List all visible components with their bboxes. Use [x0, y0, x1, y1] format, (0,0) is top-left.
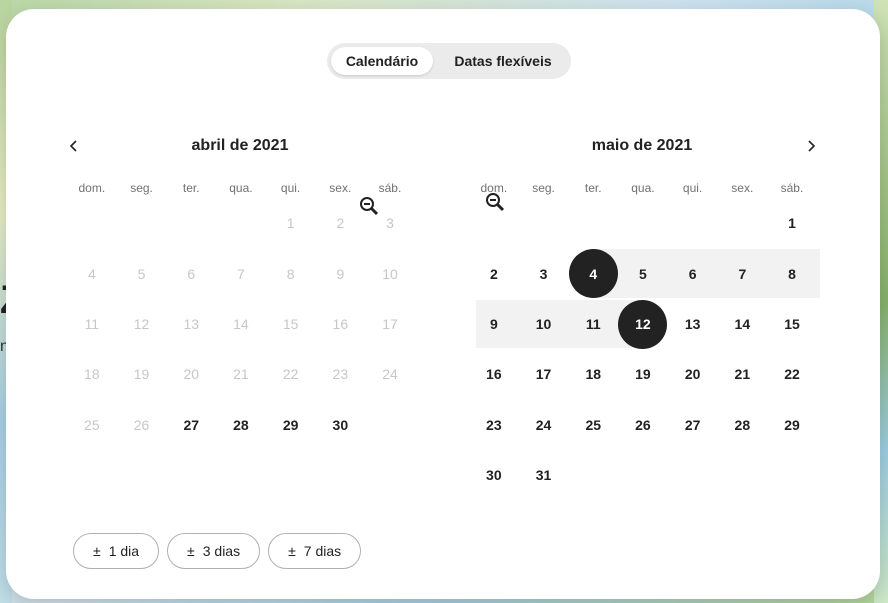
calendar-day[interactable]: 28: [718, 400, 768, 450]
calendar-day[interactable]: 16: [469, 349, 519, 399]
plus-minus-icon: ±: [187, 543, 195, 559]
calendar-day: 17: [382, 315, 398, 332]
month-title-may: maio de 2021: [591, 137, 693, 154]
calendar-day[interactable]: 29: [767, 400, 817, 450]
calendar-day[interactable]: 25: [568, 400, 618, 450]
calendar-day[interactable]: 20: [668, 349, 718, 399]
calendar-day[interactable]: 27: [668, 400, 718, 450]
calendar-day: 11: [84, 315, 100, 332]
chip-plus-minus-3-days[interactable]: ± 3 dias: [167, 533, 261, 569]
calendar-day[interactable]: 22: [767, 349, 817, 399]
tab-datas-flexiveis[interactable]: Datas flexíveis: [439, 47, 567, 75]
calendar-day[interactable]: 9: [469, 299, 519, 349]
weekday-label: seg.: [130, 181, 153, 195]
calendar-day: 7: [237, 265, 245, 282]
tab-calendario[interactable]: Calendário: [331, 47, 433, 75]
chip-plus-minus-7-days[interactable]: ± 7 dias: [268, 533, 362, 569]
calendar-day: 23: [332, 366, 349, 383]
month-title-april: abril de 2021: [191, 137, 289, 154]
weekday-label: qua.: [229, 181, 253, 195]
calendar-day: 25: [84, 416, 100, 433]
chip-label: 7 dias: [303, 543, 342, 559]
calendar-day[interactable]: 7: [718, 248, 768, 298]
calendar-day: 2: [336, 215, 345, 232]
chip-label: 3 dias: [202, 543, 241, 559]
calendar-day[interactable]: 5: [618, 248, 668, 298]
calendar-day: 4: [87, 265, 96, 282]
date-picker-dialog: Calendário Datas flexíveis abril de 2021…: [6, 9, 880, 599]
calendar-day[interactable]: 3: [519, 248, 569, 298]
calendar-day[interactable]: 30: [469, 450, 519, 500]
calendar-day[interactable]: 29: [266, 400, 316, 450]
weekday-label: sex.: [329, 181, 352, 195]
calendar-day: 10: [382, 265, 398, 282]
weekday-label: sáb.: [378, 181, 402, 195]
calendar-day[interactable]: 17: [519, 349, 569, 399]
weekday-label: sex.: [731, 181, 754, 195]
calendar-day: 12: [133, 315, 150, 332]
calendar-day: 22: [282, 366, 299, 383]
calendar-day: 6: [187, 265, 196, 282]
calendar-day[interactable]: 1: [767, 198, 817, 248]
calendar-mode-toggle: Calendário Datas flexíveis: [327, 43, 571, 79]
calendar-day: 8: [286, 265, 295, 282]
chip-label: 1 dia: [108, 543, 140, 559]
calendar-day: 19: [133, 366, 150, 383]
calendar-day[interactable]: 2: [469, 248, 519, 298]
weekday-label: ter.: [182, 181, 200, 195]
calendar-day: 16: [332, 315, 349, 332]
weekday-label: sáb.: [780, 181, 804, 195]
weekday-label: qui.: [280, 181, 301, 195]
calendar-day: 1: [286, 215, 295, 232]
calendar-day[interactable]: 8: [767, 248, 817, 298]
plus-minus-icon: ±: [288, 543, 296, 559]
calendar-day: 21: [233, 366, 249, 383]
calendar-day: 5: [137, 265, 146, 282]
calendar-day: 20: [183, 366, 200, 383]
zoom-out-cursor-icon: [360, 197, 379, 216]
calendar-day[interactable]: 21: [718, 349, 768, 399]
calendar-day[interactable]: 27: [166, 400, 216, 450]
weekday-label: ter.: [584, 181, 602, 195]
calendar-day[interactable]: 15: [767, 299, 817, 349]
calendar-day: 9: [336, 265, 345, 282]
weekday-label: dom.: [78, 181, 106, 195]
calendar-day[interactable]: 13: [668, 299, 718, 349]
chip-plus-minus-1-day[interactable]: ± 1 dia: [73, 533, 160, 569]
calendar-day: 18: [84, 366, 100, 383]
weekday-label: qua.: [631, 181, 655, 195]
calendar-day[interactable]: 10: [519, 299, 569, 349]
calendar-day[interactable]: 11: [568, 299, 618, 349]
calendar-day[interactable]: 28: [216, 400, 266, 450]
calendar-day[interactable]: 19: [618, 349, 668, 399]
calendar-day: 14: [233, 315, 249, 332]
calendar-day: 15: [282, 315, 299, 332]
calendar-day[interactable]: 18: [568, 349, 618, 399]
calendar-day: 24: [382, 366, 398, 383]
calendar-day[interactable]: 14: [718, 299, 768, 349]
calendar-day[interactable]: 4: [568, 248, 618, 298]
calendar-day[interactable]: 30: [316, 400, 366, 450]
calendar-day[interactable]: 12: [618, 299, 668, 349]
calendar-day[interactable]: 26: [618, 400, 668, 450]
flexible-days-chips: ± 1 dia ± 3 dias ± 7 dias: [73, 533, 362, 569]
weekday-header-april: dom. seg. ter. qua. qui. sex. sáb.: [67, 181, 415, 195]
plus-minus-icon: ±: [93, 543, 101, 559]
calendar-day: 26: [133, 416, 150, 433]
calendar-day[interactable]: 24: [519, 400, 569, 450]
weekday-header-may: dom. seg. ter. qua. qui. sex. sáb.: [469, 181, 817, 195]
calendar-day: 13: [183, 315, 200, 332]
calendar-day[interactable]: 23: [469, 400, 519, 450]
zoom-out-cursor-icon: [486, 193, 505, 212]
weekday-label: qui.: [682, 181, 703, 195]
weekday-label: seg.: [532, 181, 555, 195]
calendar-day[interactable]: 31: [519, 450, 569, 500]
calendar-day[interactable]: 6: [668, 248, 718, 298]
